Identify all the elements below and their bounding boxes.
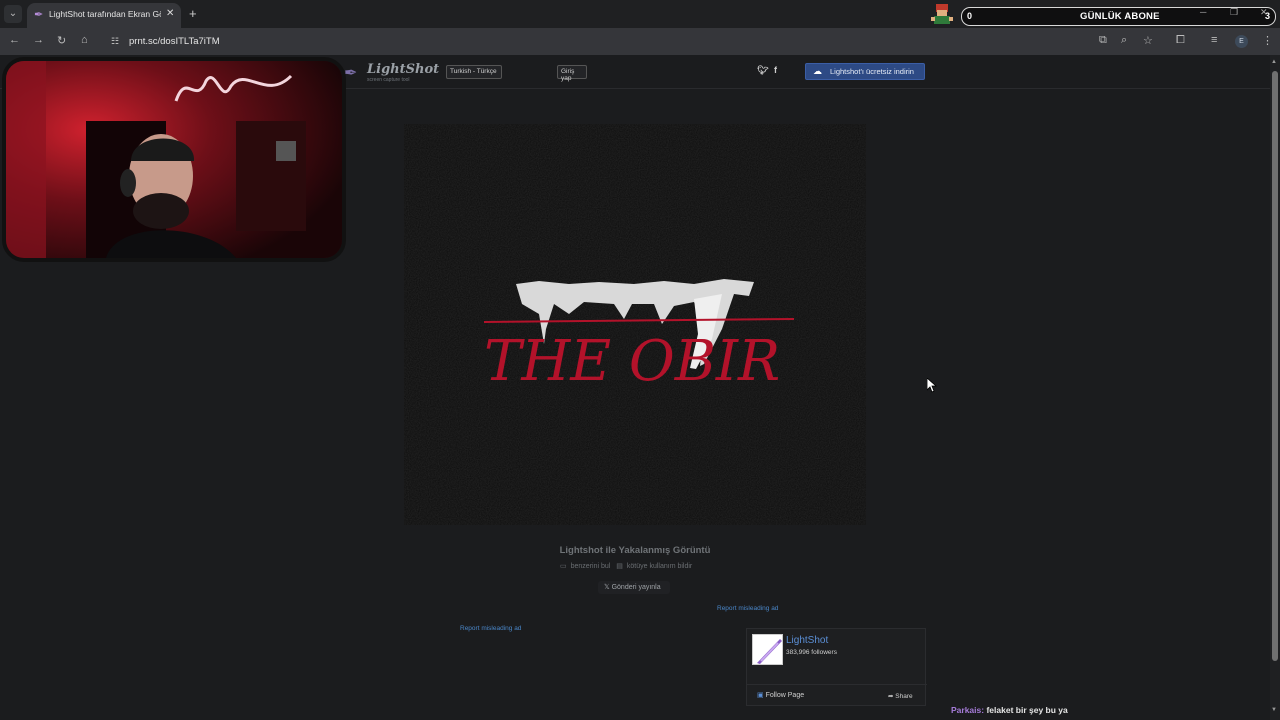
facebook-page-name[interactable]: LightShot (786, 635, 828, 646)
download-button[interactable]: ☁ Lightshot'ı ücretsiz indirin (805, 63, 925, 80)
language-label: Turkish - Türkçe (450, 68, 497, 75)
share-label: Share (895, 693, 913, 700)
tweet-label: Gönderi yayınla (611, 584, 661, 591)
more-menu-icon[interactable]: ⋮ (1262, 34, 1273, 47)
scroll-up-icon[interactable]: ▲ (1271, 59, 1277, 65)
extensions-icon[interactable]: ⧠ (1176, 34, 1185, 47)
profile-avatar[interactable]: E (1235, 35, 1248, 48)
tab-title: LightShot tarafından Ekran Görüntüsü (49, 9, 161, 19)
login-button[interactable]: Giriş yap (557, 65, 587, 82)
page-scrollbar[interactable]: ▲ ▼ (1270, 55, 1280, 720)
facebook-page-widget: LightShot 383,996 followers ▣ Follow Pag… (746, 628, 927, 707)
report-ad-link[interactable]: Report misleading ad (460, 625, 521, 632)
media-controls-icon[interactable]: ≡ (1211, 34, 1217, 46)
webcam-feed-image (6, 61, 342, 258)
reload-icon[interactable]: ↻ (57, 34, 66, 47)
chat-text: felaket bir şey bu ya (986, 705, 1068, 715)
tab-search-button[interactable]: ⌄ (4, 5, 22, 23)
share-button[interactable]: ➦ Share (888, 692, 913, 700)
share-icon: ➦ (888, 693, 894, 700)
lightshot-favicon-icon: ✒ (34, 9, 44, 21)
follow-page-button[interactable]: ▣ Follow Page (757, 691, 804, 699)
report-abuse-icon: ▤ (616, 563, 623, 570)
facebook-widget-footer: ▣ Follow Page ➦ Share (747, 684, 927, 707)
browser-tab[interactable]: ✒ LightShot tarafından Ekran Görüntüsü ✕ (27, 3, 181, 28)
find-similar-link[interactable]: benzerini bul (571, 563, 611, 570)
bookmark-star-icon[interactable]: ☆ (1143, 34, 1153, 47)
close-window-icon[interactable]: ✕ (1260, 7, 1268, 18)
logo-text: LightShot (367, 62, 440, 77)
maximize-icon[interactable]: ❐ (1230, 7, 1238, 18)
tab-bar: ⌄ ✒ LightShot tarafından Ekran Görüntüsü… (0, 0, 1280, 28)
tweet-button[interactable]: 𝕏 Gönderi yayınla (598, 581, 670, 594)
tab-close-icon[interactable]: ✕ (166, 8, 174, 19)
facebook-icon[interactable]: f (774, 65, 777, 75)
facebook-icon: ▣ (757, 692, 764, 699)
home-icon[interactable]: ⌂ (81, 34, 88, 46)
image-caption: Lightshot ile Yakalanmış Görüntü (559, 545, 711, 556)
subscriber-goal-bar: 0 GÜNLÜK ABONE 3 (961, 7, 1276, 26)
download-cloud-icon: ☁ (813, 66, 822, 76)
goal-current: 0 (967, 11, 973, 21)
goal-title: GÜNLÜK ABONE (1080, 11, 1160, 22)
facebook-followers: 383,996 followers (786, 649, 837, 656)
forward-icon[interactable]: → (33, 34, 44, 46)
scrollbar-thumb[interactable] (1272, 71, 1278, 661)
x-logo-icon: 𝕏 (604, 584, 612, 591)
webcam-overlay (2, 57, 346, 262)
back-icon[interactable]: ← (9, 34, 20, 46)
minimize-icon[interactable]: ─ (1200, 7, 1206, 17)
shot-image-text: THE OBIR (484, 329, 780, 394)
find-similar-icon: ▭ (560, 563, 567, 570)
scroll-down-icon[interactable]: ▼ (1271, 707, 1277, 713)
report-abuse-link[interactable]: kötüye kullanım bildir (627, 563, 692, 570)
logo-subtitle: screen capture tool (367, 77, 410, 83)
address-bar[interactable]: prnt.sc/dosITLTa7iTM (129, 36, 220, 47)
download-label: Lightshot'ı ücretsiz indirin (830, 67, 914, 76)
facebook-page-avatar[interactable] (752, 634, 783, 665)
language-select[interactable]: Turkish - Türkçe (446, 65, 502, 79)
chat-username: Parkais: (951, 705, 985, 715)
follow-page-label: Follow Page (765, 692, 805, 699)
twitter-icon[interactable]: 🐦︎ (757, 65, 768, 76)
new-tab-button[interactable]: + (189, 6, 197, 21)
mascot-icon (931, 4, 953, 24)
chat-message: Parkais: felaket bir şey bu ya (951, 705, 1068, 715)
mouse-cursor-icon (927, 378, 937, 393)
report-ad-link[interactable]: Report misleading ad (717, 605, 778, 612)
image-actions: ▭ benzerini bul ▤ kötüye kullanım bildir (560, 562, 696, 570)
lightshot-logo[interactable]: ✒ LightShot screen capture tool (344, 61, 439, 83)
feather-icon: ✒ (344, 65, 358, 82)
screenshot-image[interactable]: THE OBIR (404, 124, 866, 525)
site-info-icon[interactable]: ☷ (111, 36, 119, 47)
install-app-icon[interactable]: ⧉ (1099, 34, 1107, 47)
embroidered-logo-image: THE OBIR (404, 124, 866, 525)
browser-toolbar: ← → ↻ ⌂ ☷ prnt.sc/dosITLTa7iTM ⧉ ⌕ ☆ ⧠ ≡… (0, 28, 1280, 55)
zoom-icon[interactable]: ⌕ (1121, 34, 1127, 47)
